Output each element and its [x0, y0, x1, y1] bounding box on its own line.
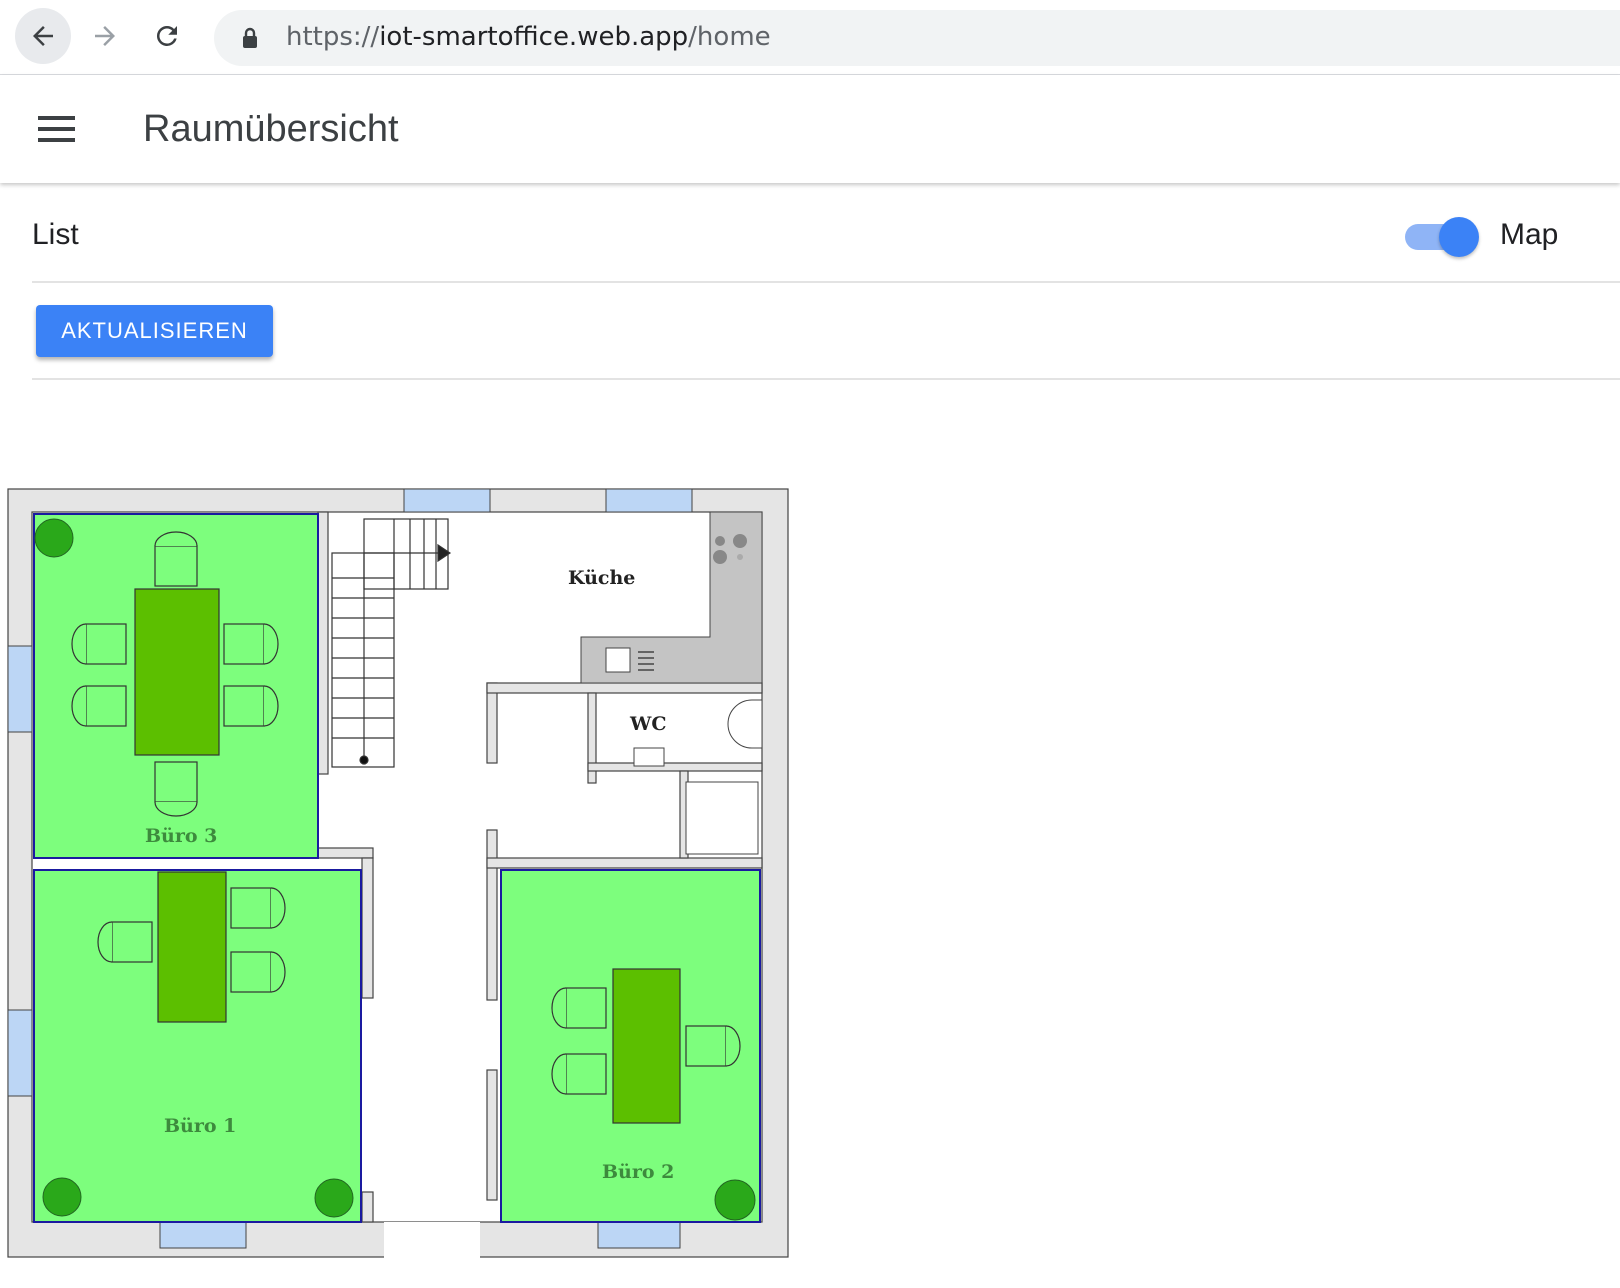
divider [32, 281, 1620, 283]
room-label-buero-3: Büro 3 [145, 825, 217, 847]
divider [32, 378, 1620, 380]
window [159, 1221, 247, 1249]
plant-icon [714, 1179, 756, 1221]
desk [134, 588, 220, 756]
window [403, 488, 491, 513]
window [597, 1221, 681, 1249]
app-header: Raumübersicht [0, 75, 1620, 183]
list-view-label: List [32, 218, 79, 251]
url-text: https://iot-smartoffice.web.app/home [286, 22, 771, 52]
lock-icon [243, 27, 257, 48]
room-label-buero-2: Büro 2 [602, 1161, 674, 1183]
window [7, 1009, 33, 1097]
room-buero-3[interactable]: Büro 3 [33, 513, 319, 859]
url-scheme: https:// [286, 22, 380, 52]
toggle-thumb [1439, 217, 1479, 257]
page-title: Raumübersicht [143, 108, 399, 150]
room-buero-2[interactable]: Büro 2 [500, 869, 761, 1223]
back-button[interactable] [15, 8, 71, 64]
arrow-right-icon [95, 26, 115, 46]
window [7, 645, 33, 733]
address-bar[interactable]: https://iot-smartoffice.web.app/home [214, 10, 1620, 66]
url-path: /home [688, 22, 771, 52]
room-label-kueche: Küche [568, 567, 635, 589]
refresh-button[interactable]: AKTUALISIEREN [36, 305, 273, 357]
room-buero-1[interactable]: Büro 1 [33, 869, 362, 1223]
map-view-label: Map [1500, 218, 1559, 251]
desk [157, 871, 227, 1023]
plant-icon [42, 1177, 82, 1217]
arrow-left-icon [33, 26, 53, 46]
forward-button[interactable] [77, 8, 133, 64]
hamburger-menu-icon[interactable] [28, 101, 84, 157]
browser-toolbar: https://iot-smartoffice.web.app/home [0, 0, 1620, 75]
plant-icon [34, 518, 74, 558]
window [605, 488, 693, 513]
reload-button[interactable] [139, 8, 195, 64]
room-label-buero-1: Büro 1 [164, 1115, 236, 1137]
floor-plan-map: Küche WC Büro 3 Büro 1 Büro 2 [7, 488, 789, 1260]
list-map-toggle[interactable] [1403, 215, 1479, 259]
desk [612, 968, 681, 1124]
room-label-wc: WC [629, 713, 666, 735]
reload-icon [156, 25, 177, 46]
plant-icon [314, 1178, 354, 1218]
url-host: iot-smartoffice.web.app [379, 22, 689, 52]
